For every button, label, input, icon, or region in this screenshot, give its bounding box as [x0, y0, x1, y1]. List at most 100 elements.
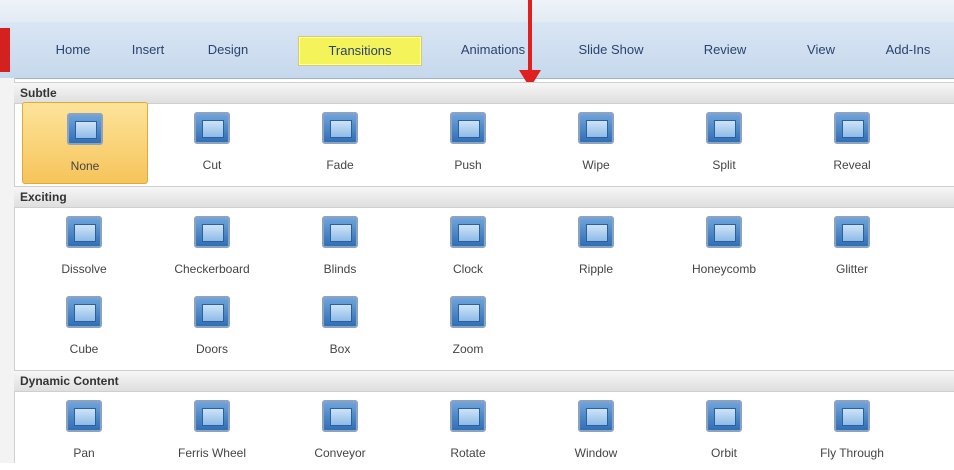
thumbnail-slide-icon: [458, 408, 480, 426]
tab-transitions[interactable]: Transitions: [298, 36, 422, 66]
transition-label: Box: [329, 342, 351, 356]
tab-design[interactable]: Design: [188, 36, 268, 64]
thumbnail-slide-icon: [586, 224, 608, 242]
thumbnail-slide-icon: [330, 304, 352, 322]
gallery-left-edge: [0, 78, 15, 463]
transition-blinds[interactable]: Blinds: [278, 206, 402, 286]
transition-rand[interactable]: Rand: [918, 102, 954, 182]
transition-label: Honeycomb: [691, 262, 757, 276]
transition-thumbnail-icon: [322, 400, 358, 432]
tab-home[interactable]: Home: [38, 36, 108, 64]
transition-label: Reveal: [833, 158, 871, 172]
transition-fade[interactable]: Fade: [278, 102, 402, 182]
transition-label: Checkerboard: [174, 262, 250, 276]
transition-label: Split: [712, 158, 736, 172]
thumbnail-slide-icon: [842, 120, 864, 138]
transition-rotate[interactable]: Rotate: [406, 390, 530, 470]
transition-label: Doors: [195, 342, 228, 356]
thumbnail-slide-icon: [586, 120, 608, 138]
section-header-dynamic-content: Dynamic Content: [14, 370, 954, 392]
thumbnail-slide-icon: [842, 224, 864, 242]
thumbnail-slide-icon: [458, 304, 480, 322]
transition-zoom[interactable]: Zoom: [406, 286, 530, 366]
transition-dissolve[interactable]: Dissolve: [22, 206, 146, 286]
transition-split[interactable]: Split: [662, 102, 786, 182]
transition-thumbnail-icon: [194, 112, 230, 144]
transition-ripple[interactable]: Ripple: [534, 206, 658, 286]
thumbnail-slide-icon: [75, 121, 97, 139]
transition-label: Fly Through: [820, 446, 884, 460]
transition-label: Pan: [73, 446, 95, 460]
transition-thumbnail-icon: [706, 216, 742, 248]
transition-thumbnail-icon: [66, 216, 102, 248]
transition-thumbnail-icon: [706, 400, 742, 432]
transition-doors[interactable]: Doors: [150, 286, 274, 366]
thumbnail-slide-icon: [842, 408, 864, 426]
transition-label: Rand: [918, 158, 954, 172]
transition-label: Ripple: [578, 262, 614, 276]
section-header-subtle: Subtle: [14, 82, 954, 104]
transition-label: Clock: [452, 262, 483, 276]
transition-label: Vo: [918, 262, 954, 276]
transition-glitter[interactable]: Glitter: [790, 206, 914, 286]
transition-label: None: [70, 159, 100, 173]
tab-review[interactable]: Review: [690, 36, 760, 64]
transition-reveal[interactable]: Reveal: [790, 102, 914, 182]
thumbnail-slide-icon: [458, 224, 480, 242]
transition-vo[interactable]: Vo: [918, 206, 954, 286]
transition-thumbnail-icon: [834, 400, 870, 432]
transition-label: Glitter: [835, 262, 868, 276]
transition-cube[interactable]: Cube: [22, 286, 146, 366]
tab-view[interactable]: View: [796, 36, 846, 64]
transition-conveyor[interactable]: Conveyor: [278, 390, 402, 470]
transition-thumbnail-icon: [450, 400, 486, 432]
thumbnail-slide-icon: [330, 120, 352, 138]
thumbnail-slide-icon: [202, 408, 224, 426]
transition-window[interactable]: Window: [534, 390, 658, 470]
transition-checkerboard[interactable]: Checkerboard: [150, 206, 274, 286]
transition-none[interactable]: None: [22, 102, 148, 184]
annotation-arrow: [528, 0, 532, 72]
transition-clock[interactable]: Clock: [406, 206, 530, 286]
thumbnail-slide-icon: [74, 304, 96, 322]
transition-label: Ferris Wheel: [177, 446, 246, 460]
thumbnail-slide-icon: [714, 120, 736, 138]
transition-push[interactable]: Push: [406, 102, 530, 182]
transition-ferris-wheel[interactable]: Ferris Wheel: [150, 390, 274, 470]
transition-thumbnail-icon: [67, 113, 103, 145]
transition-thumbnail-icon: [66, 296, 102, 328]
thumbnail-slide-icon: [74, 224, 96, 242]
transition-pan[interactable]: Pan: [22, 390, 146, 470]
transition-thumbnail-icon: [834, 216, 870, 248]
transition-box[interactable]: Box: [278, 286, 402, 366]
tab-insert[interactable]: Insert: [118, 36, 178, 64]
transition-honeycomb[interactable]: Honeycomb: [662, 206, 786, 286]
section-header-exciting: Exciting: [14, 186, 954, 208]
tab-slide-show[interactable]: Slide Show: [562, 36, 660, 64]
thumbnail-slide-icon: [202, 120, 224, 138]
transition-label: Dissolve: [61, 262, 107, 276]
transition-label: Fade: [326, 158, 354, 172]
transition-thumbnail-icon: [578, 400, 614, 432]
transition-thumbnail-icon: [834, 112, 870, 144]
transition-label: Orbit: [710, 446, 737, 460]
transition-label: Conveyor: [314, 446, 366, 460]
thumbnail-slide-icon: [330, 224, 352, 242]
transition-orbit[interactable]: Orbit: [662, 390, 786, 470]
transition-label: Cut: [202, 158, 222, 172]
thumbnail-slide-icon: [714, 408, 736, 426]
transition-thumbnail-icon: [450, 296, 486, 328]
tab-add-ins[interactable]: Add-Ins: [868, 36, 948, 64]
transition-cut[interactable]: Cut: [150, 102, 274, 182]
transition-thumbnail-icon: [194, 400, 230, 432]
thumbnail-slide-icon: [202, 224, 224, 242]
transition-fly-through[interactable]: Fly Through: [790, 390, 914, 470]
transition-label: Blinds: [323, 262, 357, 276]
transition-thumbnail-icon: [450, 112, 486, 144]
transition-label: Window: [574, 446, 618, 460]
transition-thumbnail-icon: [66, 400, 102, 432]
transition-wipe[interactable]: Wipe: [534, 102, 658, 182]
title-strip: [0, 0, 954, 22]
ribbon-tab-bar: Home Insert Design Transitions Animations Sli…: [0, 22, 954, 79]
transition-thumbnail-icon: [322, 296, 358, 328]
